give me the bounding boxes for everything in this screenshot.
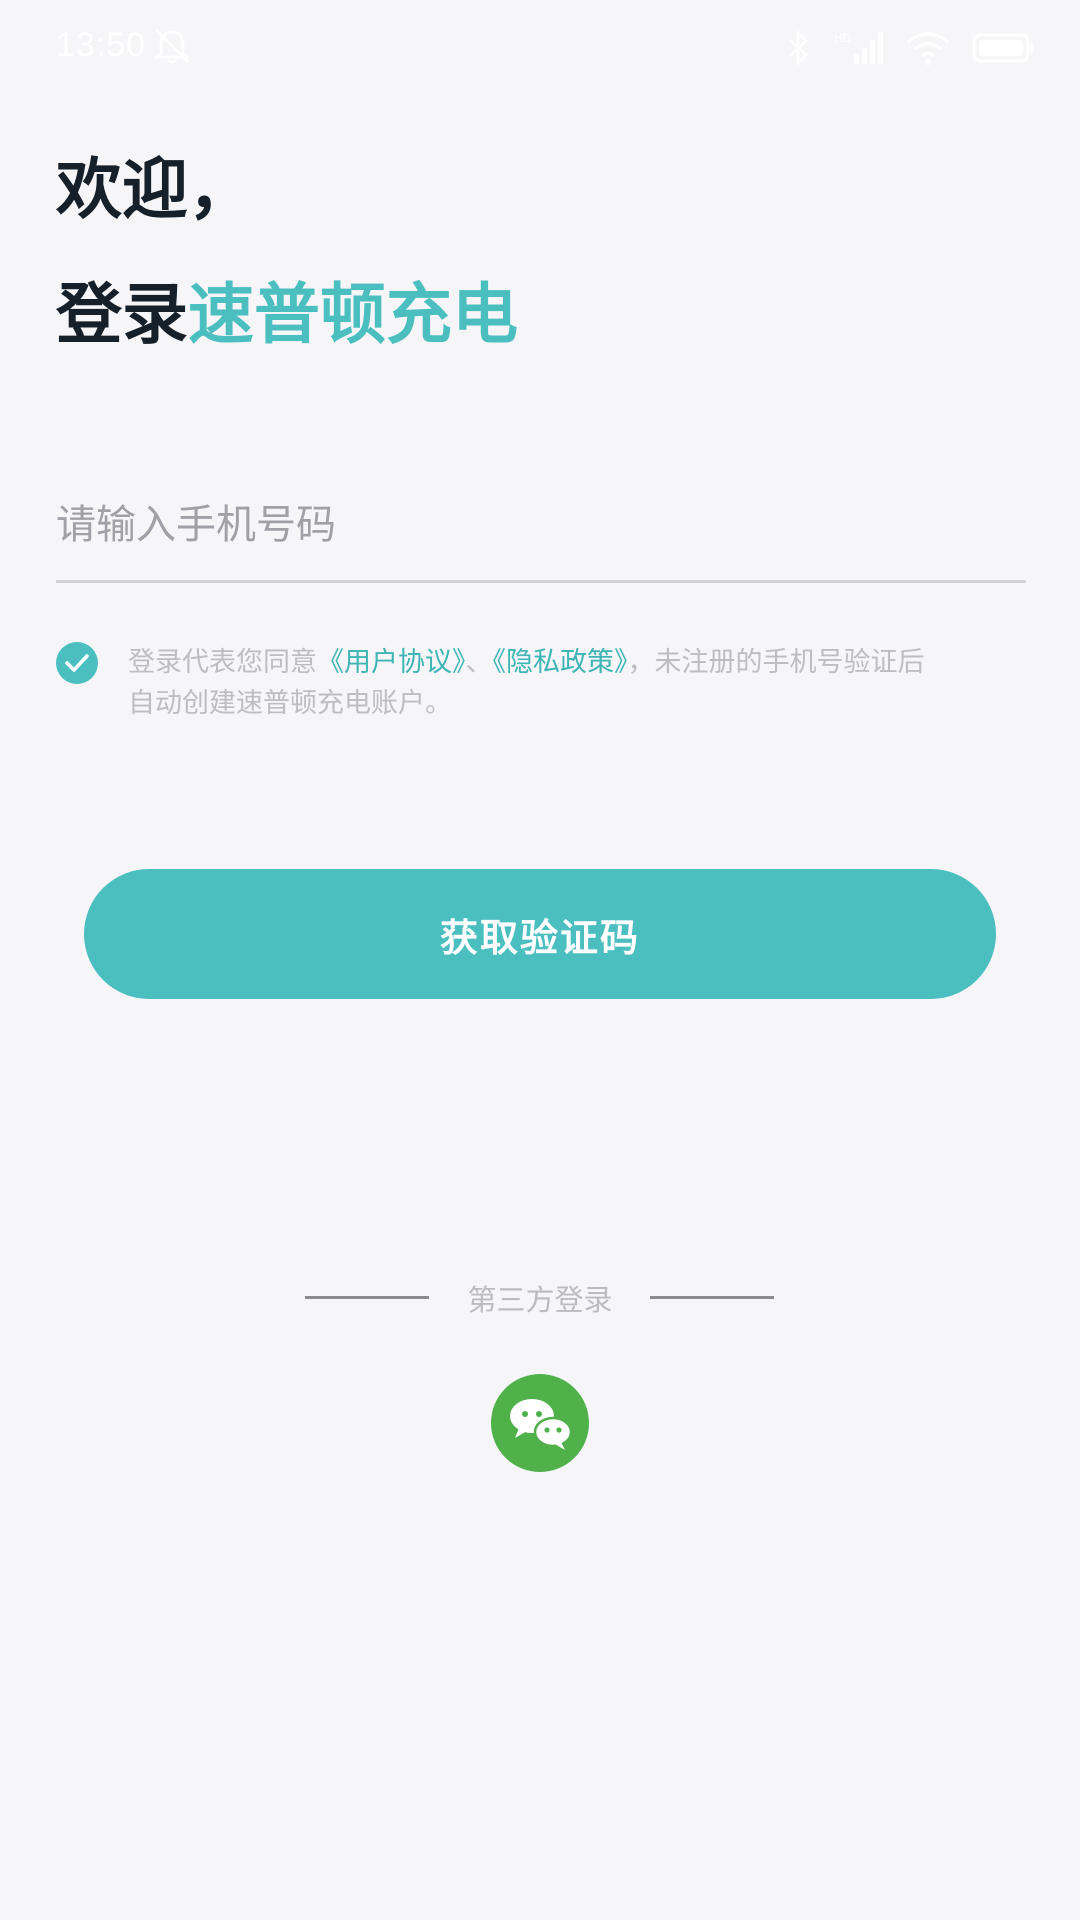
welcome-title: 欢迎， [56,151,254,228]
agreement-text-after: ，未注册的手机号验证后 [627,647,925,678]
third-party-login-label: 第三方登录 [467,1283,613,1317]
agreement-text: 登录代表您同意《用户协议》、《隐私政策》，未注册的手机号验证后 自动创建速普顿充… [128,642,998,726]
login-headline: 登录速普顿充电 [56,275,518,355]
bell-off-icon [150,26,194,66]
bluetooth-icon [786,28,812,68]
wechat-icon [510,1399,573,1450]
user-agreement-link[interactable]: 《用户协议》 [317,647,466,678]
wifi-icon [906,30,950,66]
phone-number-input[interactable] [56,470,1026,583]
status-time: 13:50 [56,26,147,64]
agreement-line-1: 登录代表您同意《用户协议》、《隐私政策》，未注册的手机号验证后 [128,642,998,683]
get-verification-code-button[interactable]: 获取验证码 [84,869,996,999]
agreement-text-before: 登录代表您同意 [128,647,317,678]
status-bar: 13:50 HD [0,0,1080,96]
agreement-line-2: 自动创建速普顿充电账户。 [128,688,452,719]
agreement-row: 登录代表您同意《用户协议》、《隐私政策》，未注册的手机号验证后 自动创建速普顿充… [56,642,1001,732]
login-prefix: 登录 [56,276,188,353]
battery-icon [972,32,1036,64]
divider-right [650,1296,774,1299]
signal-icon: HD [834,28,884,68]
status-icons: HD [786,26,1036,70]
svg-text:HD: HD [834,31,852,45]
divider-left [305,1296,429,1299]
privacy-policy-link[interactable]: 《隐私政策》 [493,647,628,678]
wechat-login-button[interactable] [491,1374,589,1472]
agreement-separator: 、 [465,647,493,678]
agreement-checkbox[interactable] [56,642,98,684]
brand-name: 速普顿充电 [188,276,518,353]
